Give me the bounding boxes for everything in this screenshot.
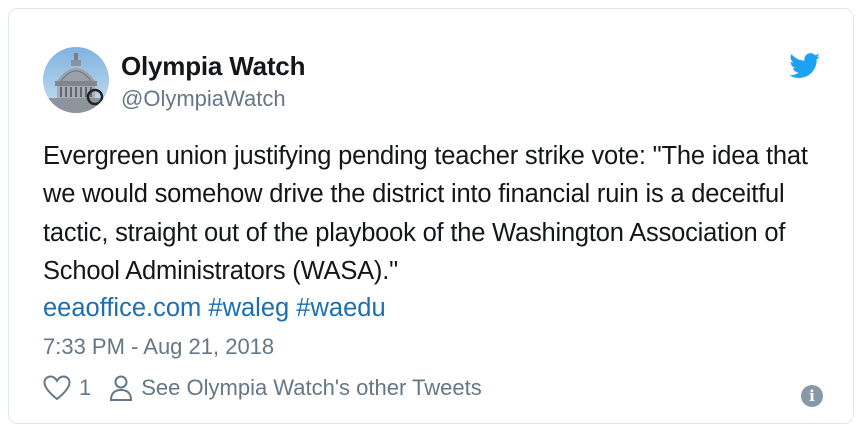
author-handle[interactable]: @OlympiaWatch — [121, 86, 286, 112]
hashtag-waedu[interactable]: #waedu — [296, 294, 385, 322]
person-icon — [110, 375, 133, 401]
twitter-bird-icon[interactable] — [789, 53, 821, 79]
see-other-tweets-label: See Olympia Watch's other Tweets — [141, 375, 482, 400]
tweet-card: Olympia Watch @OlympiaWatch Evergreen un… — [8, 8, 854, 424]
link-eeaoffice[interactable]: eeaoffice.com — [43, 294, 201, 322]
like-button[interactable]: 1 — [43, 375, 91, 401]
tweet-actions: 1 See Olympia Watch's other Tweets — [43, 372, 482, 404]
see-other-tweets-link[interactable]: See Olympia Watch's other Tweets — [109, 374, 482, 402]
tweet-text: Evergreen union justifying pending teach… — [43, 142, 808, 286]
tweet-timestamp[interactable]: 7:33 PM - Aug 21, 2018 — [43, 334, 274, 360]
author-name[interactable]: Olympia Watch — [121, 51, 305, 82]
capitol-dome-image — [43, 47, 109, 113]
hashtag-waleg[interactable]: #waleg — [208, 294, 289, 322]
like-count: 1 — [79, 375, 92, 400]
heart-icon — [43, 375, 71, 401]
tweet-links: eeaoffice.com #waleg #waedu — [43, 289, 386, 327]
info-icon[interactable]: i — [801, 385, 823, 407]
avatar[interactable] — [43, 47, 109, 113]
